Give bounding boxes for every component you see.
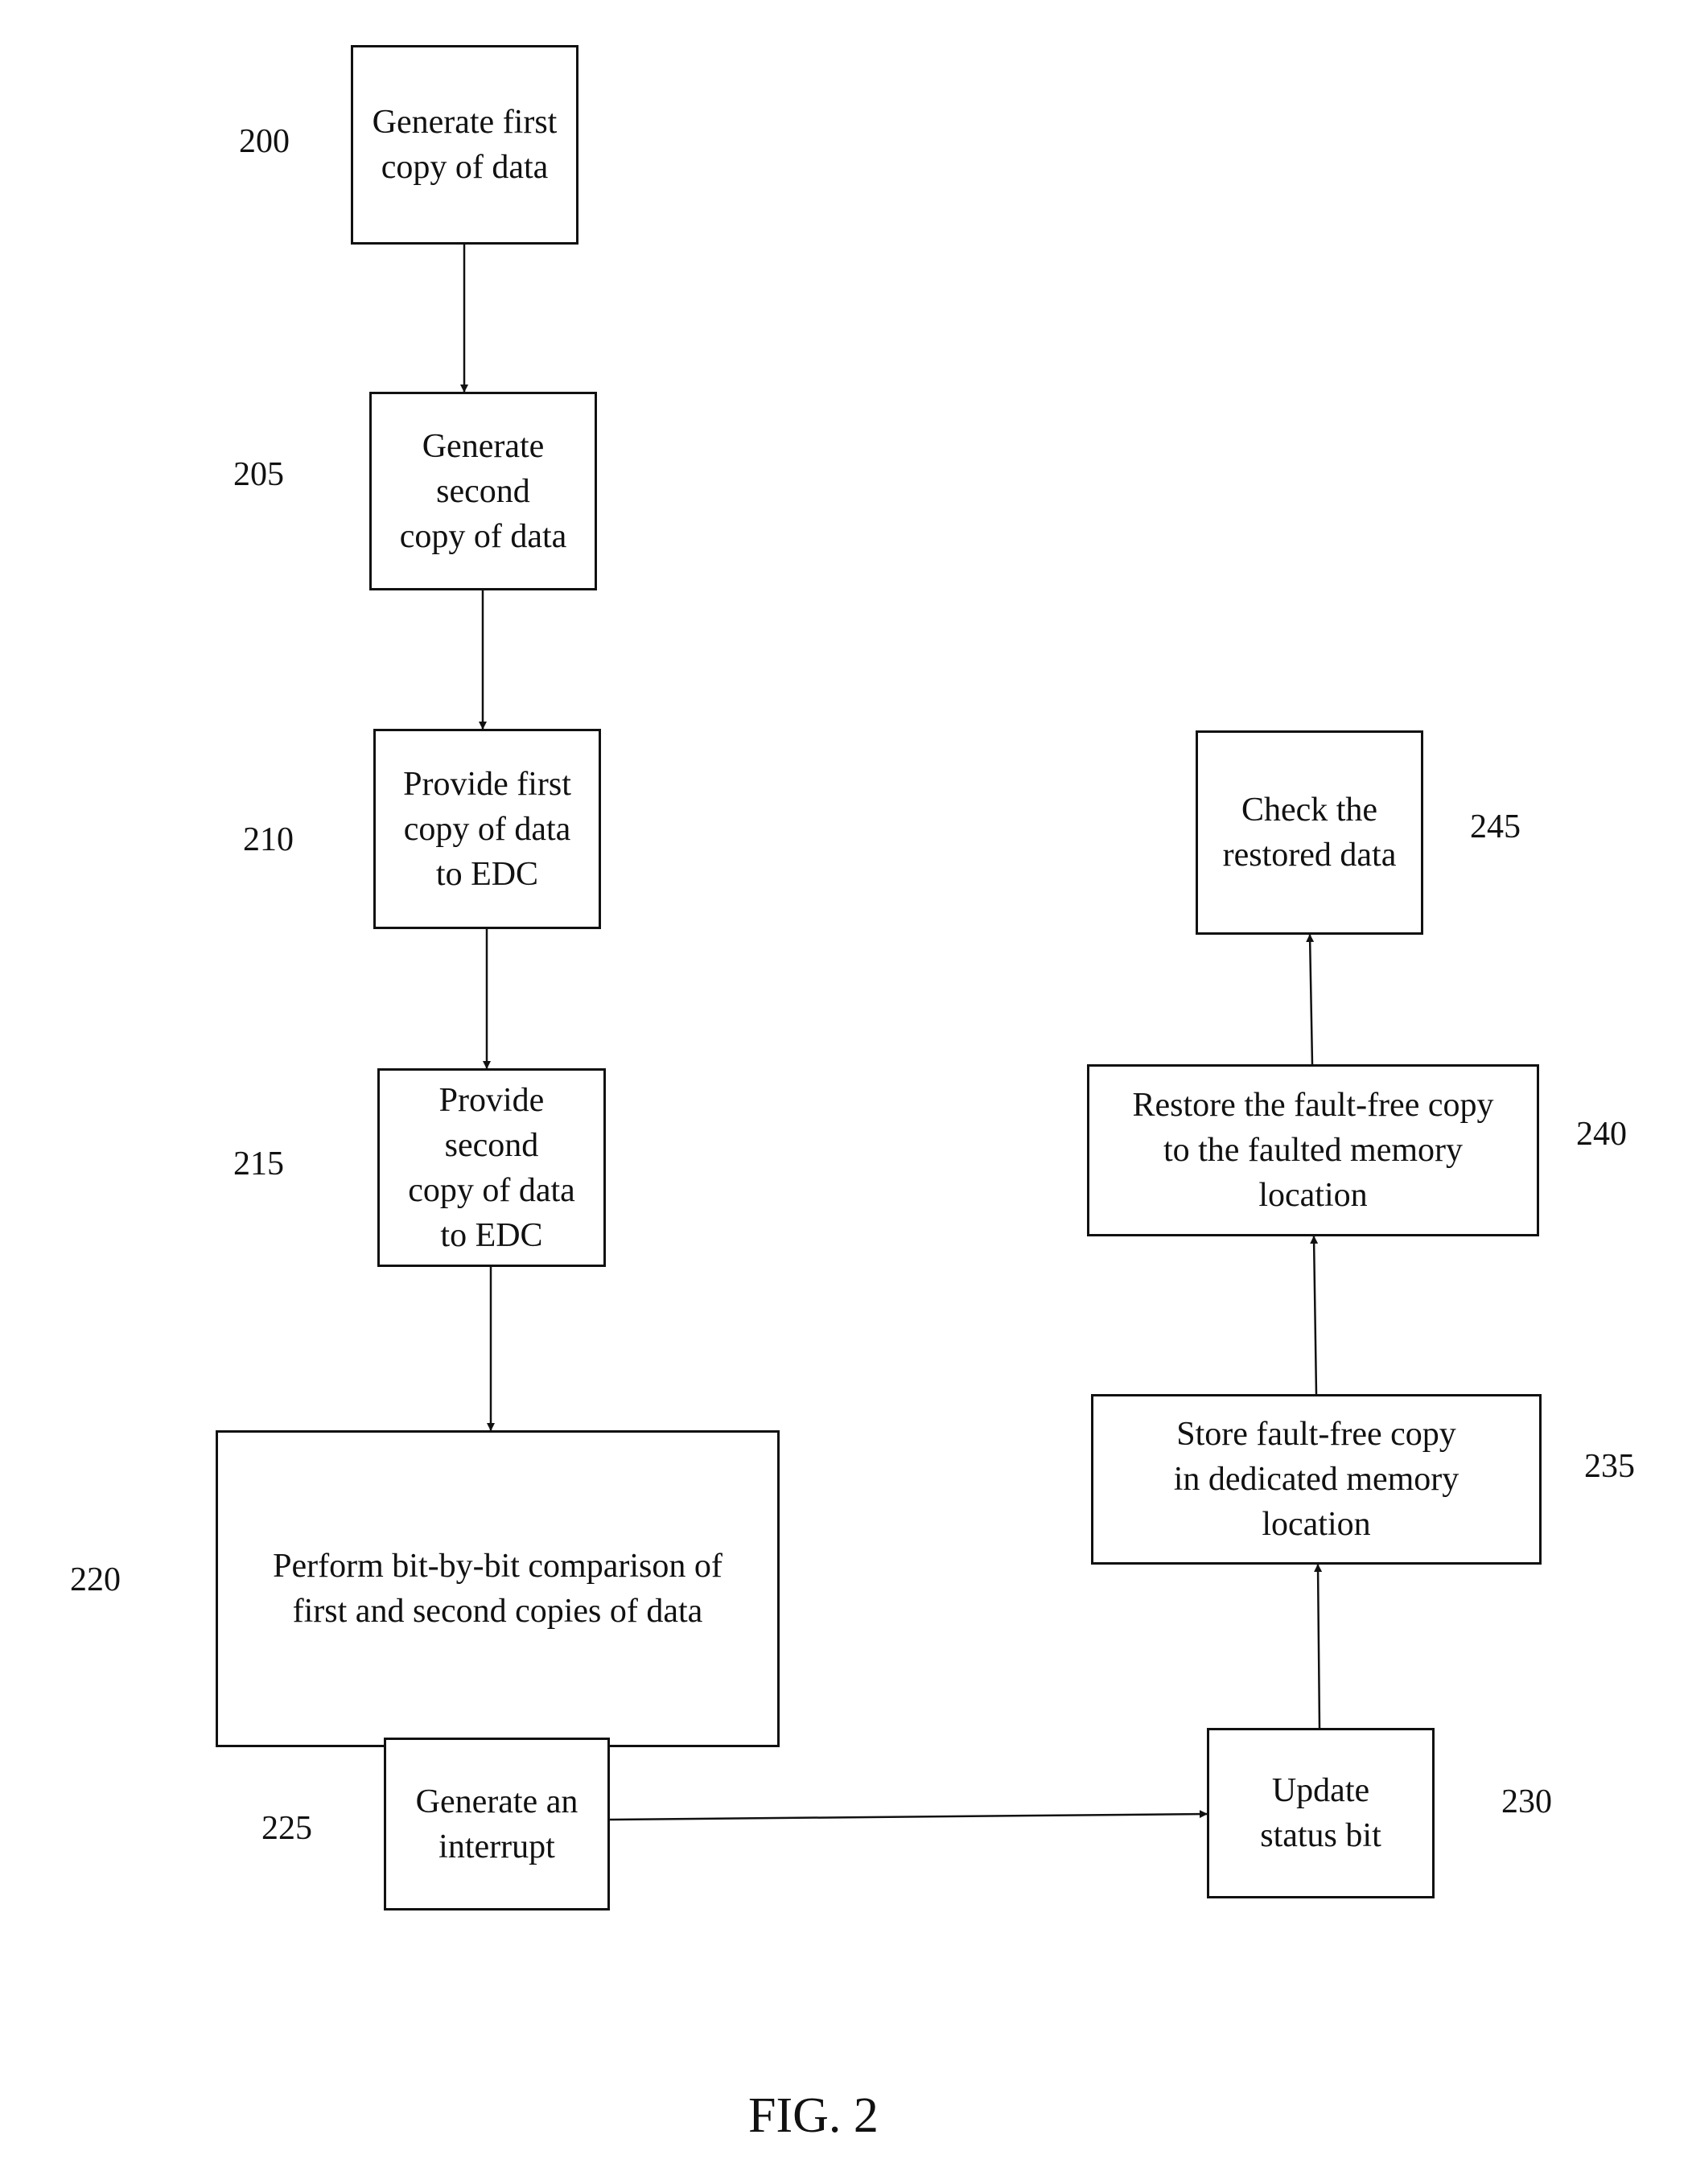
step-235-box: Store fault-free copy in dedicated memor… <box>1091 1394 1542 1565</box>
step-210-ref: 210 <box>243 821 294 858</box>
step-225-text: Generate an interrupt <box>415 1783 578 1865</box>
step-245-text: Check the restored data <box>1222 792 1397 874</box>
step-245-ref: 245 <box>1470 808 1521 845</box>
step-235-text: Store fault-free copy in dedicated memor… <box>1173 1416 1460 1543</box>
step-215-text: Provide second copy of data to EDC <box>408 1081 575 1254</box>
step-240-box: Restore the fault-free copy to the fault… <box>1087 1064 1539 1236</box>
step-245-box: Check the restored data <box>1196 730 1423 935</box>
step-200-ref: 200 <box>239 123 290 160</box>
step-220-ref: 220 <box>70 1561 121 1598</box>
arrow-230-235 <box>1314 1564 1323 1729</box>
step-215-box: Provide second copy of data to EDC <box>377 1068 606 1267</box>
figure-label: FIG. 2 <box>748 2088 879 2143</box>
step-205-text: Generate second copy of data <box>399 427 567 555</box>
step-205-ref: 205 <box>233 456 284 493</box>
step-240-text: Restore the fault-free copy to the fault… <box>1132 1087 1494 1214</box>
step-230-box: Update status bit <box>1207 1728 1435 1898</box>
arrow-240-245 <box>1306 934 1315 1065</box>
step-200-text: Generate first copy of data <box>372 104 558 186</box>
arrow-235-240 <box>1310 1236 1319 1395</box>
step-215-ref: 215 <box>233 1145 284 1182</box>
step-210-box: Provide first copy of data to EDC <box>373 729 601 929</box>
arrow-225-230 <box>609 1810 1208 1821</box>
step-225-ref: 225 <box>261 1810 312 1847</box>
step-240-ref: 240 <box>1576 1116 1627 1153</box>
step-230-ref: 230 <box>1501 1783 1552 1820</box>
step-225-box: Generate an interrupt <box>384 1738 610 1910</box>
step-230-text: Update status bit <box>1260 1772 1381 1854</box>
step-205-box: Generate second copy of data <box>369 392 597 590</box>
step-220-box: Perform bit-by-bit comparison of first a… <box>216 1430 780 1747</box>
step-235-ref: 235 <box>1584 1448 1635 1485</box>
step-210-text: Provide first copy of data to EDC <box>403 765 571 893</box>
step-220-text: Perform bit-by-bit comparison of first a… <box>273 1548 723 1630</box>
step-200-box: Generate first copy of data <box>351 45 578 245</box>
